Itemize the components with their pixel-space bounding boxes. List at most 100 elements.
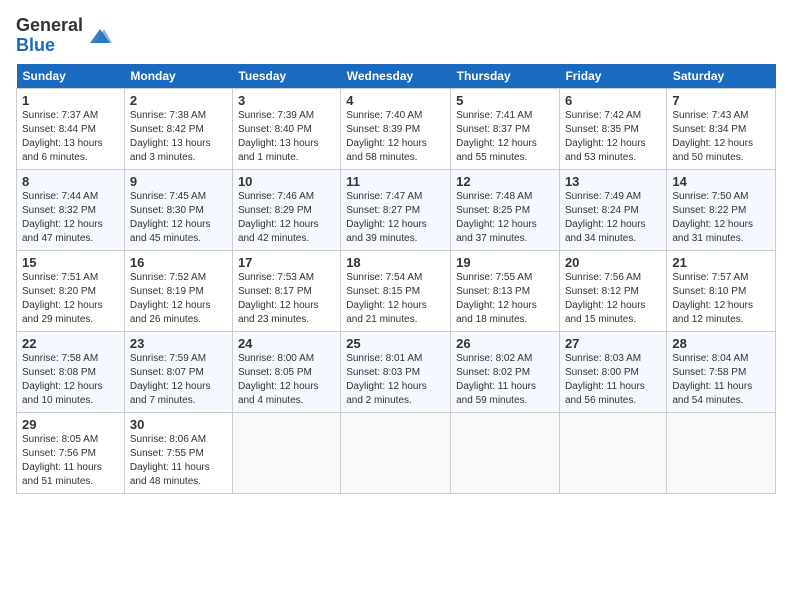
day-number: 1 bbox=[22, 93, 119, 108]
day-number: 9 bbox=[130, 174, 227, 189]
day-info: Sunrise: 8:00 AM Sunset: 8:05 PM Dayligh… bbox=[238, 352, 335, 408]
weekday-header: Friday bbox=[559, 64, 666, 89]
day-number: 19 bbox=[456, 255, 554, 270]
day-info: Sunrise: 7:59 AM Sunset: 8:07 PM Dayligh… bbox=[130, 352, 227, 408]
calendar-cell: 16 Sunrise: 7:52 AM Sunset: 8:19 PM Dayl… bbox=[124, 250, 232, 331]
day-info: Sunrise: 7:51 AM Sunset: 8:20 PM Dayligh… bbox=[22, 271, 119, 327]
day-number: 2 bbox=[130, 93, 227, 108]
day-number: 13 bbox=[565, 174, 661, 189]
calendar-table: SundayMondayTuesdayWednesdayThursdayFrid… bbox=[16, 64, 776, 494]
calendar-cell: 13 Sunrise: 7:49 AM Sunset: 8:24 PM Dayl… bbox=[559, 169, 666, 250]
day-number: 10 bbox=[238, 174, 335, 189]
calendar-cell: 4 Sunrise: 7:40 AM Sunset: 8:39 PM Dayli… bbox=[341, 88, 451, 169]
logo-blue: Blue bbox=[16, 35, 55, 55]
calendar-cell: 8 Sunrise: 7:44 AM Sunset: 8:32 PM Dayli… bbox=[17, 169, 125, 250]
day-number: 27 bbox=[565, 336, 661, 351]
day-info: Sunrise: 7:44 AM Sunset: 8:32 PM Dayligh… bbox=[22, 190, 119, 246]
day-info: Sunrise: 8:06 AM Sunset: 7:55 PM Dayligh… bbox=[130, 433, 227, 489]
page-container: General Blue SundayMondayTuesdayWednesda… bbox=[0, 0, 792, 502]
day-number: 30 bbox=[130, 417, 227, 432]
day-info: Sunrise: 7:37 AM Sunset: 8:44 PM Dayligh… bbox=[22, 109, 119, 165]
calendar-week-row: 1 Sunrise: 7:37 AM Sunset: 8:44 PM Dayli… bbox=[17, 88, 776, 169]
calendar-cell: 27 Sunrise: 8:03 AM Sunset: 8:00 PM Dayl… bbox=[559, 331, 666, 412]
calendar-cell: 24 Sunrise: 8:00 AM Sunset: 8:05 PM Dayl… bbox=[232, 331, 340, 412]
calendar-cell: 6 Sunrise: 7:42 AM Sunset: 8:35 PM Dayli… bbox=[559, 88, 666, 169]
day-number: 24 bbox=[238, 336, 335, 351]
day-info: Sunrise: 7:43 AM Sunset: 8:34 PM Dayligh… bbox=[672, 109, 770, 165]
calendar-cell: 10 Sunrise: 7:46 AM Sunset: 8:29 PM Dayl… bbox=[232, 169, 340, 250]
day-number: 8 bbox=[22, 174, 119, 189]
calendar-cell: 3 Sunrise: 7:39 AM Sunset: 8:40 PM Dayli… bbox=[232, 88, 340, 169]
calendar-cell: 19 Sunrise: 7:55 AM Sunset: 8:13 PM Dayl… bbox=[451, 250, 560, 331]
day-info: Sunrise: 8:05 AM Sunset: 7:56 PM Dayligh… bbox=[22, 433, 119, 489]
day-number: 20 bbox=[565, 255, 661, 270]
day-info: Sunrise: 7:58 AM Sunset: 8:08 PM Dayligh… bbox=[22, 352, 119, 408]
calendar-cell: 15 Sunrise: 7:51 AM Sunset: 8:20 PM Dayl… bbox=[17, 250, 125, 331]
day-number: 17 bbox=[238, 255, 335, 270]
day-number: 11 bbox=[346, 174, 445, 189]
day-info: Sunrise: 7:40 AM Sunset: 8:39 PM Dayligh… bbox=[346, 109, 445, 165]
day-info: Sunrise: 7:45 AM Sunset: 8:30 PM Dayligh… bbox=[130, 190, 227, 246]
day-number: 7 bbox=[672, 93, 770, 108]
logo-general: General bbox=[16, 15, 83, 35]
day-info: Sunrise: 7:52 AM Sunset: 8:19 PM Dayligh… bbox=[130, 271, 227, 327]
calendar-cell: 9 Sunrise: 7:45 AM Sunset: 8:30 PM Dayli… bbox=[124, 169, 232, 250]
page-header: General Blue bbox=[16, 16, 776, 56]
day-info: Sunrise: 7:47 AM Sunset: 8:27 PM Dayligh… bbox=[346, 190, 445, 246]
day-number: 16 bbox=[130, 255, 227, 270]
day-info: Sunrise: 8:04 AM Sunset: 7:58 PM Dayligh… bbox=[672, 352, 770, 408]
calendar-cell: 22 Sunrise: 7:58 AM Sunset: 8:08 PM Dayl… bbox=[17, 331, 125, 412]
calendar-cell: 17 Sunrise: 7:53 AM Sunset: 8:17 PM Dayl… bbox=[232, 250, 340, 331]
day-info: Sunrise: 7:53 AM Sunset: 8:17 PM Dayligh… bbox=[238, 271, 335, 327]
calendar-week-row: 8 Sunrise: 7:44 AM Sunset: 8:32 PM Dayli… bbox=[17, 169, 776, 250]
day-number: 29 bbox=[22, 417, 119, 432]
day-number: 15 bbox=[22, 255, 119, 270]
day-info: Sunrise: 8:01 AM Sunset: 8:03 PM Dayligh… bbox=[346, 352, 445, 408]
calendar-cell: 23 Sunrise: 7:59 AM Sunset: 8:07 PM Dayl… bbox=[124, 331, 232, 412]
day-info: Sunrise: 7:50 AM Sunset: 8:22 PM Dayligh… bbox=[672, 190, 770, 246]
calendar-cell: 18 Sunrise: 7:54 AM Sunset: 8:15 PM Dayl… bbox=[341, 250, 451, 331]
calendar-cell: 2 Sunrise: 7:38 AM Sunset: 8:42 PM Dayli… bbox=[124, 88, 232, 169]
day-info: Sunrise: 7:48 AM Sunset: 8:25 PM Dayligh… bbox=[456, 190, 554, 246]
day-info: Sunrise: 7:56 AM Sunset: 8:12 PM Dayligh… bbox=[565, 271, 661, 327]
calendar-cell bbox=[341, 412, 451, 493]
calendar-cell: 1 Sunrise: 7:37 AM Sunset: 8:44 PM Dayli… bbox=[17, 88, 125, 169]
calendar-cell: 12 Sunrise: 7:48 AM Sunset: 8:25 PM Dayl… bbox=[451, 169, 560, 250]
day-info: Sunrise: 8:03 AM Sunset: 8:00 PM Dayligh… bbox=[565, 352, 661, 408]
day-info: Sunrise: 7:55 AM Sunset: 8:13 PM Dayligh… bbox=[456, 271, 554, 327]
calendar-cell: 29 Sunrise: 8:05 AM Sunset: 7:56 PM Dayl… bbox=[17, 412, 125, 493]
day-number: 22 bbox=[22, 336, 119, 351]
day-number: 25 bbox=[346, 336, 445, 351]
day-info: Sunrise: 7:42 AM Sunset: 8:35 PM Dayligh… bbox=[565, 109, 661, 165]
calendar-week-row: 15 Sunrise: 7:51 AM Sunset: 8:20 PM Dayl… bbox=[17, 250, 776, 331]
calendar-week-row: 22 Sunrise: 7:58 AM Sunset: 8:08 PM Dayl… bbox=[17, 331, 776, 412]
calendar-cell bbox=[667, 412, 776, 493]
calendar-cell: 28 Sunrise: 8:04 AM Sunset: 7:58 PM Dayl… bbox=[667, 331, 776, 412]
day-info: Sunrise: 7:39 AM Sunset: 8:40 PM Dayligh… bbox=[238, 109, 335, 165]
logo-icon bbox=[86, 25, 114, 47]
calendar-cell: 25 Sunrise: 8:01 AM Sunset: 8:03 PM Dayl… bbox=[341, 331, 451, 412]
calendar-cell bbox=[451, 412, 560, 493]
day-number: 12 bbox=[456, 174, 554, 189]
weekday-header: Monday bbox=[124, 64, 232, 89]
weekday-header: Saturday bbox=[667, 64, 776, 89]
day-info: Sunrise: 8:02 AM Sunset: 8:02 PM Dayligh… bbox=[456, 352, 554, 408]
day-number: 4 bbox=[346, 93, 445, 108]
day-info: Sunrise: 7:41 AM Sunset: 8:37 PM Dayligh… bbox=[456, 109, 554, 165]
day-number: 6 bbox=[565, 93, 661, 108]
day-number: 21 bbox=[672, 255, 770, 270]
weekday-header: Wednesday bbox=[341, 64, 451, 89]
calendar-cell: 26 Sunrise: 8:02 AM Sunset: 8:02 PM Dayl… bbox=[451, 331, 560, 412]
logo: General Blue bbox=[16, 16, 114, 56]
day-number: 5 bbox=[456, 93, 554, 108]
weekday-header: Tuesday bbox=[232, 64, 340, 89]
weekday-header: Sunday bbox=[17, 64, 125, 89]
day-info: Sunrise: 7:38 AM Sunset: 8:42 PM Dayligh… bbox=[130, 109, 227, 165]
calendar-cell bbox=[232, 412, 340, 493]
day-number: 26 bbox=[456, 336, 554, 351]
day-info: Sunrise: 7:54 AM Sunset: 8:15 PM Dayligh… bbox=[346, 271, 445, 327]
weekday-header: Thursday bbox=[451, 64, 560, 89]
calendar-cell: 14 Sunrise: 7:50 AM Sunset: 8:22 PM Dayl… bbox=[667, 169, 776, 250]
day-info: Sunrise: 7:49 AM Sunset: 8:24 PM Dayligh… bbox=[565, 190, 661, 246]
calendar-cell: 11 Sunrise: 7:47 AM Sunset: 8:27 PM Dayl… bbox=[341, 169, 451, 250]
